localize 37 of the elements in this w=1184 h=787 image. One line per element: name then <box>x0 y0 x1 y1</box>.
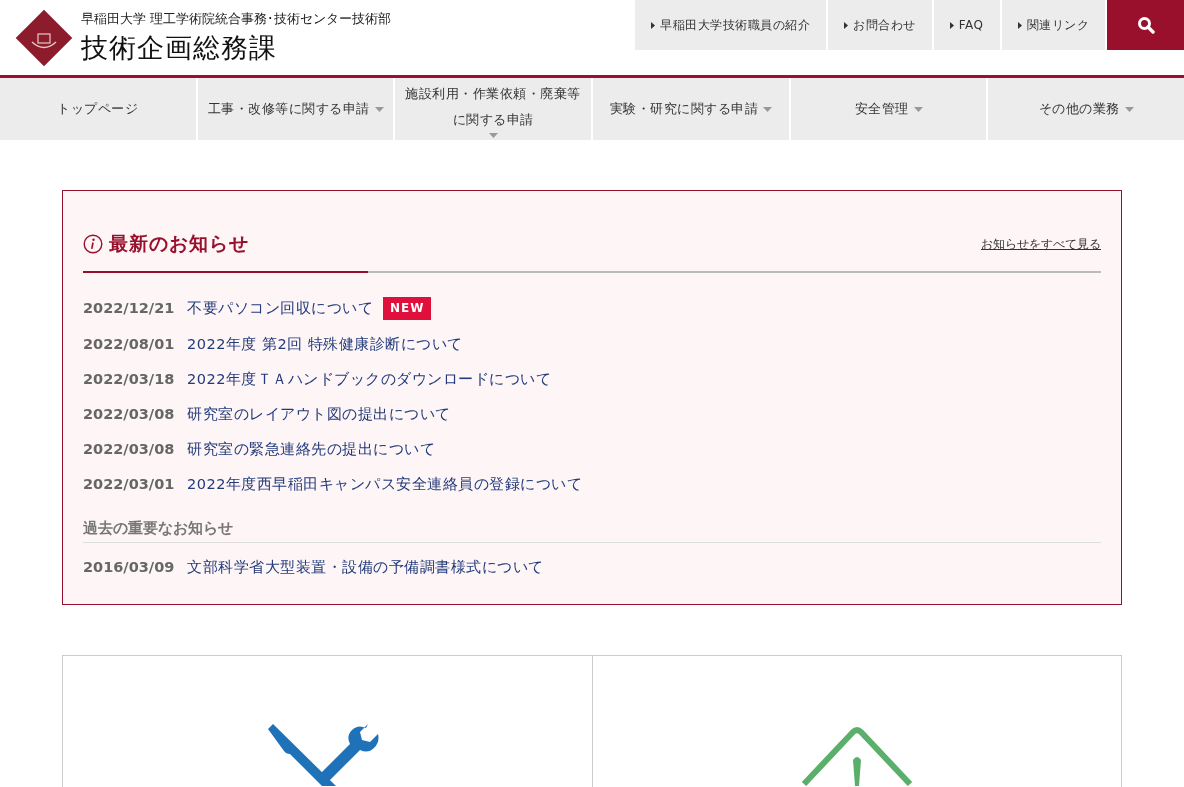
utility-link[interactable]: お問合わせ <box>828 0 932 50</box>
utility-link[interactable]: FAQ <box>933 0 1000 50</box>
past-news-heading: 過去の重要なお知らせ <box>83 519 1101 543</box>
news-link[interactable]: 不要パソコン回収について <box>187 298 373 319</box>
news-link[interactable]: 2022年度西早稲田キャンパス安全連絡員の登録について <box>187 474 583 495</box>
nav-item[interactable]: トップページ <box>0 78 198 140</box>
info-icon <box>83 234 103 254</box>
nav-item[interactable]: 安全管理 <box>790 78 989 140</box>
triangle-icon <box>949 21 954 29</box>
news-date: 2022/03/08 <box>83 440 176 459</box>
utility-link[interactable]: 早稲田大学技術職員の紹介 <box>635 0 827 50</box>
utility-link[interactable]: 関連リンク <box>1001 0 1105 50</box>
nav-item[interactable]: 工事・改修等に関する申請 <box>197 78 396 140</box>
triangle-icon <box>844 21 849 29</box>
news-link[interactable]: 研究室のレイアウト図の提出について <box>187 404 451 425</box>
news-date: 2016/03/09 <box>83 558 176 577</box>
news-link[interactable]: 研究室の緊急連絡先の提出について <box>187 439 435 460</box>
news-link[interactable]: 2022年度ＴＡハンドブックのダウンロードについて <box>187 369 552 390</box>
nav-item[interactable]: 実験・研究に関する申請 <box>593 78 791 140</box>
news-date: 2022/08/01 <box>83 335 176 354</box>
search-icon <box>1136 16 1155 34</box>
news-heading: 最新のお知らせ <box>109 231 249 256</box>
news-link[interactable]: 文部科学省大型装置・設備の予備調書様式について <box>187 557 544 578</box>
triangle-icon <box>1017 21 1022 29</box>
news-date: 2022/03/01 <box>83 475 176 494</box>
search-button[interactable] <box>1107 0 1184 50</box>
news-date: 2022/12/21 <box>83 299 176 318</box>
new-badge: NEW <box>383 297 432 320</box>
all-news-link[interactable]: お知らせをすべて見る <box>981 235 1101 253</box>
triangle-icon <box>651 21 656 29</box>
news-link[interactable]: 2022年度 第2回 特殊健康診断について <box>187 334 463 355</box>
site-title[interactable]: 技術企画総務課 <box>81 29 392 66</box>
site-subtitle: 早稲田大学 理工学術院統合事務･技術センター技術部 <box>81 9 392 28</box>
nav-item[interactable]: その他の業務 <box>988 78 1184 140</box>
news-date: 2022/03/18 <box>83 370 176 389</box>
nav-item[interactable]: 施設利用・作業依頼・廃棄等に関する申請 <box>395 78 593 140</box>
news-date: 2022/03/08 <box>83 405 176 424</box>
